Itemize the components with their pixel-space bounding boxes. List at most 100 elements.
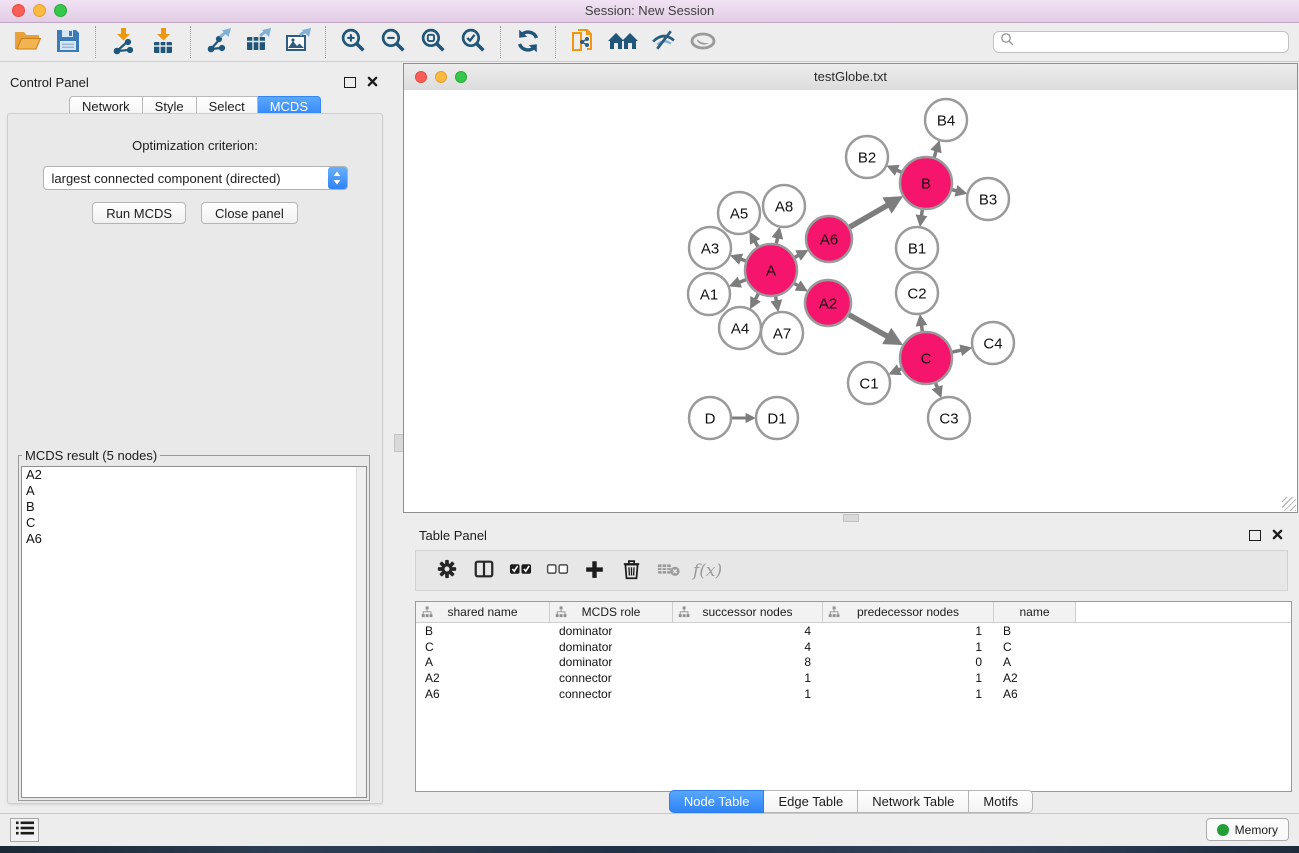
table-cell[interactable]: C — [994, 640, 1076, 654]
table-cell[interactable]: 0 — [823, 655, 994, 669]
edge-B-B2[interactable] — [896, 170, 902, 173]
mcds-result-item[interactable]: A6 — [22, 531, 366, 547]
window-resize-grip[interactable] — [1282, 497, 1296, 511]
table-cell[interactable]: 1 — [823, 687, 994, 701]
table-cell[interactable]: A2 — [994, 671, 1076, 685]
edge-A6-B[interactable] — [850, 204, 890, 227]
hide-details-button[interactable] — [643, 25, 683, 59]
mcds-result-item[interactable]: C — [22, 515, 366, 531]
zoom-in-button[interactable] — [333, 25, 373, 59]
table-row[interactable]: Cdominator41C — [416, 639, 1291, 655]
column-header-predecessor-nodes[interactable]: predecessor nodes — [823, 602, 994, 622]
import-network-button[interactable] — [103, 25, 143, 59]
node-D1[interactable]: D1 — [756, 397, 798, 439]
node-A3[interactable]: A3 — [689, 227, 731, 269]
close-panel-icon[interactable] — [367, 75, 378, 90]
table-cell[interactable]: A6 — [416, 687, 550, 701]
node-A7[interactable]: A7 — [761, 312, 803, 354]
mcds-result-list[interactable]: A2ABCA6 — [21, 466, 367, 798]
window-titlebar[interactable]: Session: New Session — [0, 0, 1299, 23]
column-header-successor-nodes[interactable]: successor nodes — [673, 602, 823, 622]
select-all-button[interactable] — [502, 554, 539, 588]
show-details-button[interactable] — [683, 25, 723, 59]
tab-network-table[interactable]: Network Table — [858, 790, 969, 813]
tab-edge-table[interactable]: Edge Table — [764, 790, 858, 813]
edge-A-A3[interactable] — [739, 259, 745, 261]
result-scrollbar[interactable] — [356, 467, 366, 797]
edge-C-C4[interactable] — [952, 350, 962, 352]
node-B1[interactable]: B1 — [896, 227, 938, 269]
edge-A-A2[interactable] — [794, 284, 799, 287]
network-window-titlebar[interactable]: testGlobe.txt — [404, 64, 1297, 91]
table-cell[interactable]: connector — [550, 687, 673, 701]
save-session-button[interactable] — [48, 25, 88, 59]
node-A6[interactable]: A6 — [806, 216, 852, 262]
open-session-button[interactable] — [8, 25, 48, 59]
delete-table-button[interactable] — [650, 554, 687, 588]
add-column-button[interactable] — [576, 554, 613, 588]
table-cell[interactable]: A6 — [994, 687, 1076, 701]
table-row[interactable]: A2connector11A2 — [416, 670, 1291, 686]
edge-B-B1[interactable] — [921, 210, 922, 217]
node-C2[interactable]: C2 — [896, 272, 938, 314]
node-B[interactable]: B — [900, 157, 952, 209]
edge-A2-C[interactable] — [849, 315, 889, 338]
table-cell[interactable]: dominator — [550, 655, 673, 669]
edge-A-A4[interactable] — [755, 294, 759, 301]
table-cell[interactable]: dominator — [550, 624, 673, 638]
zoom-out-button[interactable] — [373, 25, 413, 59]
edge-C-C1[interactable] — [898, 369, 902, 371]
search-input[interactable] — [993, 31, 1289, 53]
table-cell[interactable]: B — [416, 624, 550, 638]
criterion-dropdown[interactable]: largest connected component (directed) — [43, 166, 348, 190]
mcds-result-item[interactable]: A — [22, 483, 366, 499]
node-A8[interactable]: A8 — [763, 185, 805, 227]
home-button[interactable] — [603, 25, 643, 59]
edge-A-A7[interactable] — [776, 297, 777, 303]
edge-C-C3[interactable] — [936, 383, 938, 389]
table-cell[interactable]: connector — [550, 671, 673, 685]
table-cell[interactable]: 1 — [823, 671, 994, 685]
node-table[interactable]: shared nameMCDS rolesuccessor nodesprede… — [415, 601, 1292, 792]
edge-A-A1[interactable] — [738, 280, 746, 283]
node-B3[interactable]: B3 — [967, 178, 1009, 220]
node-C1[interactable]: C1 — [848, 362, 890, 404]
function-builder-button[interactable]: f(x) — [693, 561, 722, 581]
node-A4[interactable]: A4 — [719, 307, 761, 349]
table-row[interactable]: Adominator80A — [416, 655, 1291, 671]
node-A[interactable]: A — [745, 244, 797, 296]
export-image-button[interactable] — [278, 25, 318, 59]
table-cell[interactable]: 1 — [823, 640, 994, 654]
node-C3[interactable]: C3 — [928, 397, 970, 439]
table-cell[interactable]: 1 — [673, 671, 823, 685]
close-table-panel-icon[interactable] — [1272, 528, 1283, 543]
zoom-fit-button[interactable] — [413, 25, 453, 59]
delete-column-button[interactable] — [613, 554, 650, 588]
table-row[interactable]: Bdominator41B — [416, 623, 1291, 639]
float-panel-icon[interactable] — [344, 77, 356, 88]
node-A1[interactable]: A1 — [688, 273, 730, 315]
node-A5[interactable]: A5 — [718, 192, 760, 234]
column-view-button[interactable] — [465, 554, 502, 588]
table-cell[interactable]: 8 — [673, 655, 823, 669]
node-A2[interactable]: A2 — [805, 280, 851, 326]
task-history-button[interactable] — [10, 818, 39, 842]
node-D[interactable]: D — [689, 397, 731, 439]
close-panel-button[interactable]: Close panel — [201, 202, 298, 224]
table-cell[interactable]: A2 — [416, 671, 550, 685]
table-cell[interactable]: dominator — [550, 640, 673, 654]
node-C4[interactable]: C4 — [972, 322, 1014, 364]
zoom-selected-button[interactable] — [453, 25, 493, 59]
node-B2[interactable]: B2 — [846, 136, 888, 178]
edge-B-B3[interactable] — [952, 190, 958, 191]
edge-A-A8[interactable] — [776, 237, 777, 244]
refresh-layout-button[interactable] — [508, 25, 548, 59]
table-row[interactable]: A6connector11A6 — [416, 686, 1291, 702]
edge-B-B4[interactable] — [934, 150, 936, 158]
table-cell[interactable]: 4 — [673, 624, 823, 638]
export-network-button[interactable] — [198, 25, 238, 59]
table-settings-button[interactable] — [428, 554, 465, 588]
table-cell[interactable]: A — [994, 655, 1076, 669]
memory-button[interactable]: Memory — [1206, 818, 1289, 841]
edge-C-C2[interactable] — [921, 324, 922, 331]
